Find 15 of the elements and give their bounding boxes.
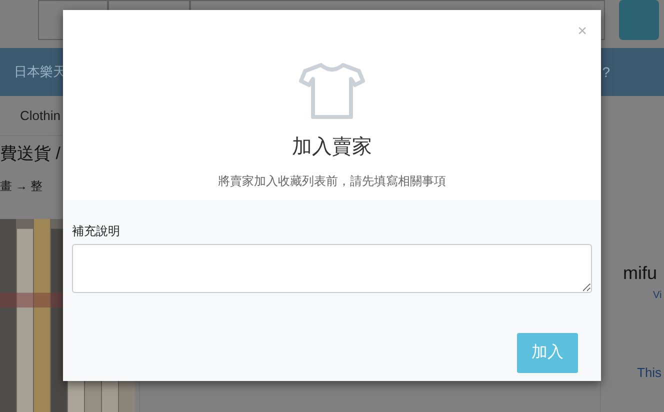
t-shirt-icon [299,62,365,120]
breadcrumb: 畫 → 整 [0,178,43,195]
seller-text: This [637,364,663,382]
add-button[interactable]: 加入 [517,333,578,373]
page-heading: 費送貨 / [0,142,60,165]
help-link[interactable]: ? [602,62,610,82]
field-label: 補充說明 [72,223,121,240]
modal-subtitle: 將賣家加入收藏列表前，請先填寫相關事項 [218,173,446,190]
close-button[interactable]: × [578,24,587,40]
category-tab[interactable]: Clothin [20,106,60,126]
seller-name: mifu [623,264,658,282]
search-button[interactable] [619,0,659,40]
modal-title: 加入賣家 [292,135,372,160]
view-link[interactable]: Vi [653,288,664,303]
note-field[interactable] [72,244,592,293]
